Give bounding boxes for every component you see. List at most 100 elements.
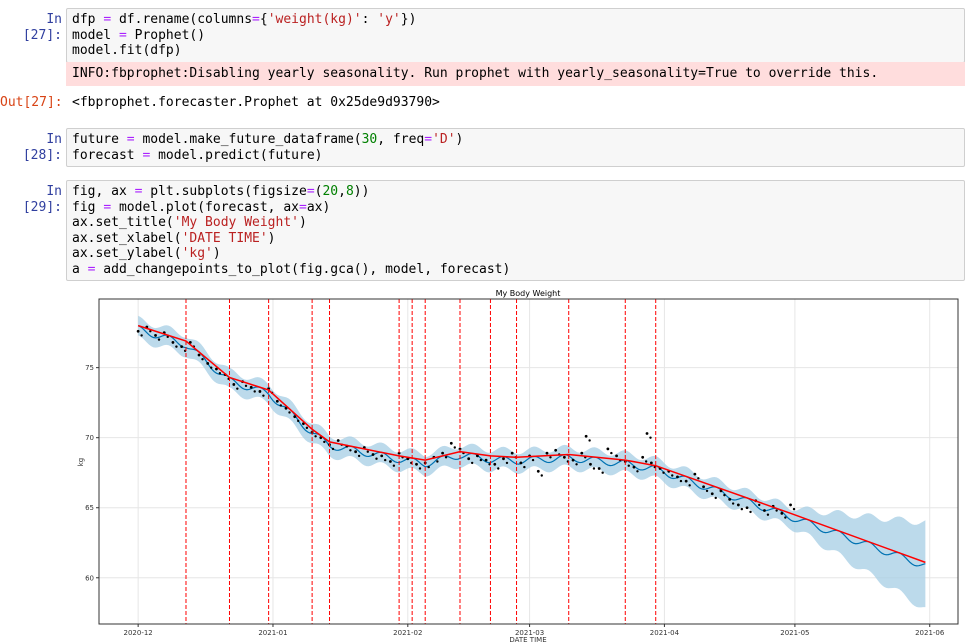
code-token: plt.subplots(figsize [142,184,307,199]
observed-point [493,462,497,466]
code-token: 'weight(kg)' [267,12,362,27]
observed-point [218,372,222,375]
output-text-27: <fbprophet.forecaster.Prophet at 0x25de9… [72,95,440,110]
code-token: 'My Body Weight' [173,215,299,230]
observed-point [649,436,652,439]
observed-point [175,345,178,348]
observed-point [749,510,752,514]
observed-point [336,439,340,442]
code-token: = [103,199,112,215]
code-token: = [252,12,260,27]
observed-point [210,366,213,369]
observed-point [580,451,584,455]
observed-point [366,450,369,453]
observed-point [662,471,665,474]
observed-point [606,447,610,451]
x-tick-label: 2021-01 [258,629,287,637]
y-tick-label: 60 [85,574,94,582]
observed-point [354,450,358,454]
observed-point [314,435,317,438]
observed-point [705,489,709,493]
observed-point [775,509,778,512]
observed-point [736,503,740,507]
code-cell-27[interactable]: dfp = df.rename(columns={'weight(kg)': '… [66,8,965,63]
observed-point [719,489,723,493]
observed-point [693,472,697,476]
observed-point [641,455,645,459]
code-token: , [338,184,346,199]
stderr-output-27: INFO:fbprophet:Disabling yearly seasonal… [66,62,965,86]
x-tick-label: 2021-02 [393,629,422,637]
observed-point [380,454,384,458]
code-token: fig [72,199,104,215]
observed-point [180,345,184,349]
observed-point [453,446,456,449]
observed-point [171,341,175,344]
observed-point [297,419,300,423]
observed-point [383,458,387,462]
observed-point [436,460,439,463]
observed-point [627,464,630,467]
observed-point [610,451,613,455]
observed-point [502,457,505,461]
observed-point [636,470,639,473]
observed-point [688,484,691,487]
observed-point [697,477,700,480]
observed-point [519,461,523,465]
observed-point [584,434,588,438]
cell-28-prompt: In [28]: [22,132,62,163]
x-tick-label: 2021-05 [780,629,809,637]
code-token: : [361,12,378,27]
observed-point [780,511,784,515]
code-token: = [126,132,135,147]
observed-point [206,362,210,365]
observed-point [531,458,535,462]
y-tick-label: 70 [85,434,94,442]
observed-point [323,440,326,444]
code-token: model.plot(forecast, ax [111,199,299,215]
observed-point [723,493,726,497]
observed-point [792,507,796,511]
code-line: ax.set_ylabel('kg') [72,246,959,262]
code-token: 'y' [377,12,401,27]
observed-point [157,338,161,341]
code-token: ax.set_ylabel( [72,246,182,261]
observed-point [201,358,204,361]
observed-point [253,390,256,393]
observed-point [562,455,566,459]
code-line: forecast = model.predict(future) [72,148,959,164]
code-token: 'D' [432,132,456,147]
observed-point [275,399,279,403]
code-token: ) [455,132,464,147]
code-line: dfp = df.rename(columns={'weight(kg)': '… [72,12,959,28]
observed-point [684,479,688,483]
observed-point [375,457,378,460]
observed-point [592,467,596,470]
code-line: future = model.make_future_dataframe(30,… [72,132,959,148]
observed-point [597,467,601,470]
observed-point [540,474,543,477]
y-tick-label: 65 [85,504,94,512]
observed-point [470,461,474,465]
observed-point [702,485,705,489]
code-cell-29[interactable]: fig, ax = plt.subplots(figsize=(20,8)) fi… [66,180,965,281]
observed-point [305,426,309,430]
observed-point [589,462,592,466]
code-token: ) [212,246,221,261]
observed-point [479,458,483,462]
code-token: add_changepoints_to_plot(fig.gca(), mode… [95,261,511,277]
code-line: fig = model.plot(forecast, ax=ax) [72,200,959,216]
code-token: forecast [72,147,143,163]
code-cell-28[interactable]: future = model.make_future_dataframe(30,… [66,128,965,167]
observed-point [789,503,792,507]
code-token: ax.set_xlabel( [72,230,182,246]
body-weight-chart: My Body Weight DATE TIME kg 60 65 70 75 2020… [77,289,959,644]
code-token: , freq [377,132,425,147]
observed-point [644,460,648,463]
observed-point [140,334,143,337]
observed-point [740,507,744,511]
observed-point [554,448,558,452]
observed-point [758,503,761,507]
y-tick-label: 75 [85,364,94,372]
observed-point [645,432,649,435]
